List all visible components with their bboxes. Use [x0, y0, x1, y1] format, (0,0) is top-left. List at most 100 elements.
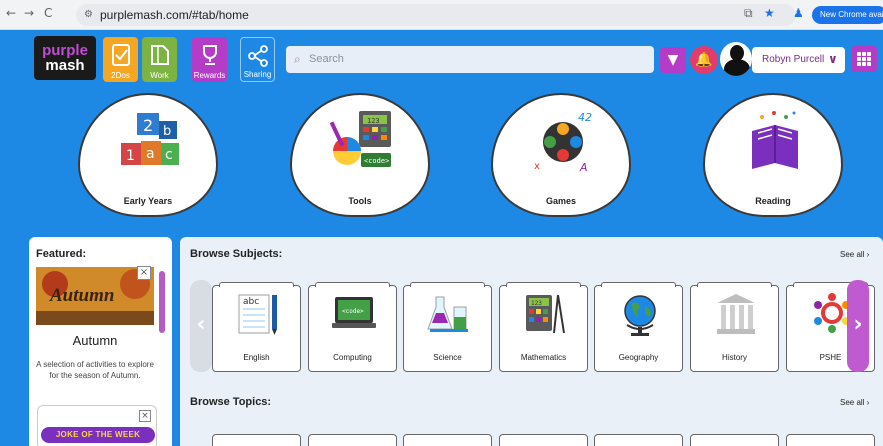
topic-card[interactable]: [499, 434, 588, 446]
featured-title: Featured:: [36, 248, 87, 260]
featured-image-word: Autumn: [50, 285, 115, 306]
site-info-icon[interactable]: ⚙: [84, 9, 93, 20]
computing-screen-text: <code>: [342, 308, 364, 315]
subject-card-mathematics[interactable]: 123 Mathematics: [499, 282, 588, 372]
subject-label: Science: [433, 353, 462, 362]
notebook-pen-icon: abc: [238, 294, 277, 335]
trophy-icon: [202, 45, 217, 65]
featured-scrollbar[interactable]: [159, 271, 165, 333]
columns-icon: [717, 294, 755, 334]
letter-blocks-icon: 2 b 1 a c: [121, 113, 179, 165]
tile-label: Games: [545, 196, 577, 206]
address-text: purplemash.com/#tab/home: [100, 8, 249, 22]
laptop-code-icon: <code>: [332, 297, 376, 328]
tab-label: Sharing: [243, 70, 272, 79]
svg-text:123: 123: [367, 117, 380, 125]
back-icon[interactable]: ←: [6, 6, 16, 20]
chrome-update-button[interactable]: New Chrome availab: [812, 6, 883, 24]
search-placeholder: Search: [309, 53, 344, 65]
tab-rewards[interactable]: Rewards: [192, 37, 227, 82]
share-icon: [247, 45, 268, 67]
search-input[interactable]: ⌕ Search: [286, 46, 654, 73]
svg-text:a: a: [146, 146, 155, 162]
calculator-display-text: 123: [531, 300, 542, 307]
subject-label: Geography: [618, 353, 659, 362]
filter-icon: ▼: [667, 52, 679, 68]
close-icon[interactable]: ×: [139, 410, 151, 422]
topic-card[interactable]: [690, 434, 779, 446]
svg-text:c: c: [165, 147, 173, 163]
svg-text:1: 1: [126, 148, 135, 164]
chevron-right-icon: ›: [853, 312, 863, 337]
checklist-icon: [111, 44, 130, 66]
subject-card-science[interactable]: Science: [403, 282, 492, 372]
carousel-prev-button[interactable]: ‹: [190, 280, 212, 372]
bell-icon: 🔔: [695, 52, 713, 68]
tile-label: Reading: [755, 196, 791, 206]
tab-sharing[interactable]: Sharing: [240, 37, 275, 82]
address-bar[interactable]: ⚙ purplemash.com/#tab/home: [76, 4, 796, 26]
gamepad-icon: 42 x A: [534, 111, 592, 174]
logo-line-1: purple: [42, 42, 88, 59]
topic-card[interactable]: [308, 434, 397, 446]
tile-reading[interactable]: Reading: [703, 93, 843, 217]
profile-icon[interactable]: ♟: [793, 6, 804, 20]
svg-text:x: x: [534, 161, 540, 172]
logo-line-2: mash: [45, 57, 85, 74]
featured-item-title[interactable]: Autumn: [36, 333, 154, 348]
apps-menu-button[interactable]: [851, 46, 877, 72]
topic-card[interactable]: [212, 434, 301, 446]
reload-icon[interactable]: C: [44, 6, 52, 20]
subject-label: Mathematics: [520, 353, 567, 362]
tab-2dos[interactable]: 2Dos: [103, 37, 138, 82]
subject-card-computing[interactable]: <code> Computing: [308, 282, 397, 372]
subject-label: Computing: [333, 353, 372, 362]
see-all-subjects-link[interactable]: See all ›: [840, 250, 869, 259]
tab-label: 2Dos: [111, 71, 130, 80]
paint-tools-icon: 123 <code>: [329, 111, 391, 167]
tile-early-years[interactable]: 2 b 1 a c Early Years: [78, 93, 218, 217]
svg-text:<code>: <code>: [364, 157, 389, 165]
browse-subjects-title: Browse Subjects:: [190, 248, 283, 260]
avatar[interactable]: [720, 42, 752, 76]
tab-work[interactable]: Work: [142, 37, 177, 82]
flasks-icon: [427, 296, 468, 332]
subject-card-history[interactable]: History: [690, 282, 779, 372]
subject-label: History: [722, 353, 747, 362]
tile-label: Early Years: [123, 196, 173, 206]
tile-label: Tools: [348, 196, 372, 206]
browser-toolbar: ← → C ⚙ purplemash.com/#tab/home ⧉ ★ ♟ N…: [0, 0, 883, 30]
book-icon: [752, 111, 798, 169]
subject-card-english[interactable]: abc English: [212, 282, 301, 372]
bookmark-star-icon[interactable]: ★: [764, 6, 775, 20]
subject-card-geography[interactable]: Geography: [594, 282, 683, 372]
user-menu-button[interactable]: Robyn Purcell ∨: [752, 47, 845, 73]
screenshot-icon[interactable]: ⧉: [744, 6, 753, 21]
notifications-button[interactable]: 🔔: [690, 46, 718, 74]
topic-card[interactable]: [786, 434, 875, 446]
svg-text:A: A: [579, 161, 588, 174]
globe-icon: [624, 295, 656, 336]
svg-text:b: b: [163, 124, 171, 139]
topic-card[interactable]: [594, 434, 683, 446]
grid-icon: [857, 52, 871, 66]
chevron-down-icon: ∨: [828, 52, 838, 66]
user-name: Robyn Purcell: [762, 54, 825, 65]
featured-item-description: A selection of activities to explore for…: [36, 360, 154, 380]
see-all-topics-link[interactable]: See all ›: [840, 398, 869, 407]
chevron-left-icon: ‹: [196, 312, 206, 337]
filter-button[interactable]: ▼: [660, 47, 686, 73]
tab-label: Rewards: [193, 71, 226, 80]
close-icon[interactable]: ×: [137, 266, 151, 280]
featured-next-card[interactable]: × JOKE OF THE WEEK: [37, 405, 157, 446]
svg-text:abc: abc: [243, 297, 259, 307]
joke-banner: JOKE OF THE WEEK: [41, 427, 155, 443]
calculator-compass-icon: 123: [526, 294, 565, 334]
search-icon: ⌕: [294, 52, 301, 66]
tile-tools[interactable]: 123 <code> Tools: [290, 93, 430, 217]
forward-icon[interactable]: →: [24, 6, 34, 20]
purple-mash-logo[interactable]: purple mash: [34, 36, 96, 80]
tile-games[interactable]: 42 x A Games: [491, 93, 631, 217]
topic-card[interactable]: [403, 434, 492, 446]
carousel-next-button[interactable]: ›: [847, 280, 869, 372]
